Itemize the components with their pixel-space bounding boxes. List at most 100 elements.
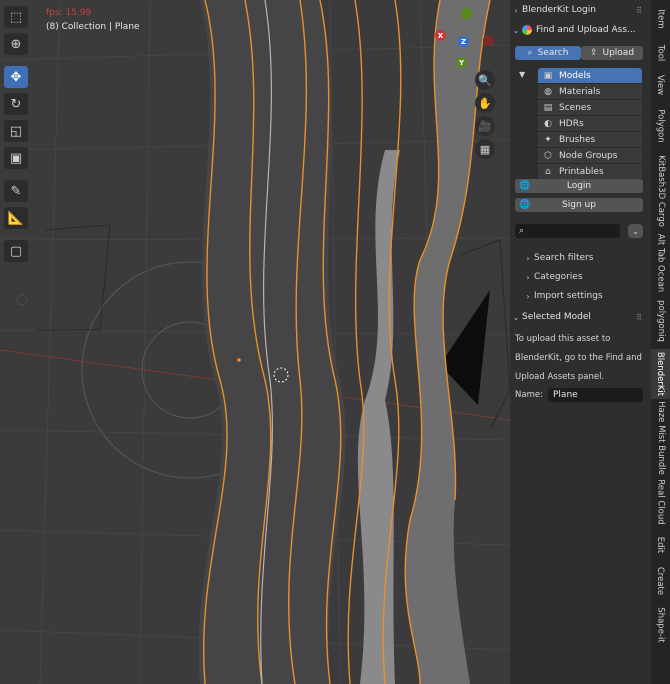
asset-type-node-groups[interactable]: ⬡ Node Groups	[538, 148, 642, 164]
asset-type-hdrs[interactable]: ◐ HDRs	[538, 116, 642, 132]
blenderkit-logo-icon	[522, 25, 532, 35]
viewport-scene	[0, 0, 510, 684]
collection-info: (8) Collection | Plane	[46, 22, 140, 32]
tab-label: Shape-it	[655, 607, 666, 643]
tab-label: KitBash3D Cargo	[655, 155, 666, 227]
tab-create[interactable]: Create	[651, 563, 670, 599]
signup-button-label: Sign up	[562, 200, 596, 210]
asset-type-scenes[interactable]: ▤ Scenes	[538, 100, 642, 116]
asset-type-materials[interactable]: ◍ Materials	[538, 84, 642, 100]
scale-tool-icon[interactable]: ◱	[4, 120, 28, 142]
tab-polygon[interactable]: Polygon	[651, 103, 670, 149]
asset-type-label: Materials	[559, 86, 601, 97]
asset-type-label: Models	[559, 70, 591, 81]
search-button-label: Search	[537, 48, 569, 58]
cursor-tool-icon[interactable]: ⊕	[4, 33, 28, 55]
chevron-down-icon: ⌄	[512, 25, 520, 35]
name-field[interactable]: Plane	[548, 388, 643, 402]
tab-label: BlenderKit	[655, 351, 666, 397]
asset-type-models[interactable]: ▣ Models	[538, 68, 642, 84]
tab-label: Real Cloud	[655, 479, 666, 525]
camera-view-icon[interactable]: 🎥	[475, 116, 495, 136]
drag-grip-icon[interactable]: ⠿	[636, 6, 643, 15]
tab-tool[interactable]: Tool	[651, 39, 670, 67]
find-header-label: Find and Upload Ass...	[536, 25, 636, 35]
chevron-right-icon: ›	[526, 291, 530, 301]
find-upload-header[interactable]: ⌄ Find and Upload Ass...	[510, 23, 651, 37]
annotate-tool-icon[interactable]: ✎	[4, 180, 28, 202]
globe-icon: 🌐	[519, 181, 531, 191]
asset-type-label: HDRs	[559, 118, 584, 129]
cube-icon: ▣	[543, 70, 553, 81]
move-tool-icon[interactable]: ✥	[4, 66, 28, 88]
login-button[interactable]: 🌐 Login	[515, 179, 643, 193]
upload-button[interactable]: ⇪ Upload	[581, 46, 643, 60]
measure-tool-icon[interactable]: 📐	[4, 207, 28, 229]
tab-item[interactable]: Item	[651, 2, 670, 36]
tab-blenderkit[interactable]: BlenderKit	[651, 349, 670, 399]
login-button-label: Login	[566, 181, 592, 191]
zoom-icon[interactable]: 🔍	[475, 70, 495, 90]
search-button[interactable]: ⌕ Search	[515, 46, 581, 60]
asset-type-brushes[interactable]: ✦ Brushes	[538, 132, 642, 148]
categories-label: Categories	[534, 272, 583, 282]
tab-label: Tool	[655, 44, 666, 62]
selected-model-header[interactable]: ⌄ Selected Model ⠿	[510, 310, 651, 324]
tab-shape-it[interactable]: Shape-it	[651, 602, 670, 648]
tab-edit[interactable]: Edit	[651, 530, 670, 560]
chevron-right-icon: ›	[526, 253, 530, 263]
asset-type-menu: ▣ Models ◍ Materials ▤ Scenes ◐ HDRs ✦ Brushes ⬡ No…	[538, 68, 642, 180]
sphere-icon: ◍	[544, 86, 552, 97]
tab-label: Polygon	[655, 109, 666, 143]
perspective-grid-icon[interactable]: ▦	[475, 139, 495, 159]
search-filters-toggle[interactable]: › Search filters	[522, 251, 647, 265]
upload-desc-line: Upload Assets panel.	[515, 372, 605, 382]
tab-view[interactable]: View	[651, 70, 670, 100]
tab-label: Haze Mist Bundle	[655, 401, 666, 475]
login-header-label: BlenderKit Login	[522, 5, 596, 15]
tab-alt-tab-ocean[interactable]: Alt Tab Ocean	[651, 233, 670, 293]
pan-hand-icon[interactable]: ✋	[475, 93, 495, 113]
tab-label: View	[655, 74, 666, 96]
fps-readout: fps: 15.99	[46, 8, 92, 18]
search-filters-label: Search filters	[534, 253, 594, 263]
selected-model-label: Selected Model	[522, 312, 591, 322]
gizmo-x-negative-icon[interactable]	[483, 35, 494, 46]
asset-type-label: Scenes	[559, 102, 592, 113]
sidebar-tabs: Item Tool View Polygon KitBash3D Cargo Alt Ta…	[651, 0, 670, 684]
import-settings-toggle[interactable]: › Import settings	[522, 289, 647, 303]
3d-viewport[interactable]: fps: 15.99 (8) Collection | Plane ⬚ ⊕ ✥ …	[0, 0, 510, 684]
upload-icon: ⇪	[589, 48, 598, 58]
gizmo-y-axis-icon[interactable]: Y	[456, 57, 467, 68]
search-input[interactable]: ⌕	[515, 224, 620, 238]
categories-toggle[interactable]: › Categories	[522, 270, 647, 284]
search-dropdown-button[interactable]: ⌄	[628, 224, 643, 238]
tab-kitbash3d-cargo[interactable]: KitBash3D Cargo	[651, 152, 670, 230]
asset-type-label: Printables	[559, 166, 604, 177]
brush-icon: ✦	[544, 134, 552, 145]
sidebar-panel: › BlenderKit Login ⠿ ⌄ Find and Upload A…	[510, 0, 651, 684]
rotate-tool-icon[interactable]: ↻	[4, 93, 28, 115]
tab-real-cloud[interactable]: Real Cloud	[651, 477, 670, 527]
upload-button-label: Upload	[602, 48, 635, 58]
blenderkit-login-header[interactable]: › BlenderKit Login ⠿	[510, 3, 651, 17]
node-icon: ⬡	[544, 150, 552, 161]
asset-type-label: Node Groups	[559, 150, 618, 161]
select-box-tool-icon[interactable]: ⬚	[4, 6, 28, 28]
transform-tool-icon[interactable]: ▣	[4, 147, 28, 169]
signup-button[interactable]: 🌐 Sign up	[515, 198, 643, 212]
search-icon: ⌕	[519, 226, 525, 236]
asset-type-printables[interactable]: ⌂ Printables	[538, 164, 642, 180]
chevron-down-icon: ⌄	[512, 312, 520, 322]
chevron-down-icon[interactable]: ▼	[519, 70, 525, 79]
hdr-icon: ◐	[544, 118, 552, 129]
drag-grip-icon[interactable]: ⠿	[636, 313, 643, 322]
gizmo-y-positive-icon[interactable]	[461, 8, 472, 19]
scene-icon: ▤	[543, 102, 553, 113]
gizmo-z-axis-icon[interactable]: Z	[458, 36, 469, 47]
gizmo-x-axis-icon[interactable]: X	[435, 30, 446, 41]
add-cube-tool-icon[interactable]: ▢	[4, 240, 28, 262]
tab-haze-mist-bundle[interactable]: Haze Mist Bundle	[651, 401, 670, 475]
tab-polygoniq[interactable]: polygoniq	[651, 296, 670, 346]
chevron-down-icon: ⌄	[632, 226, 639, 236]
